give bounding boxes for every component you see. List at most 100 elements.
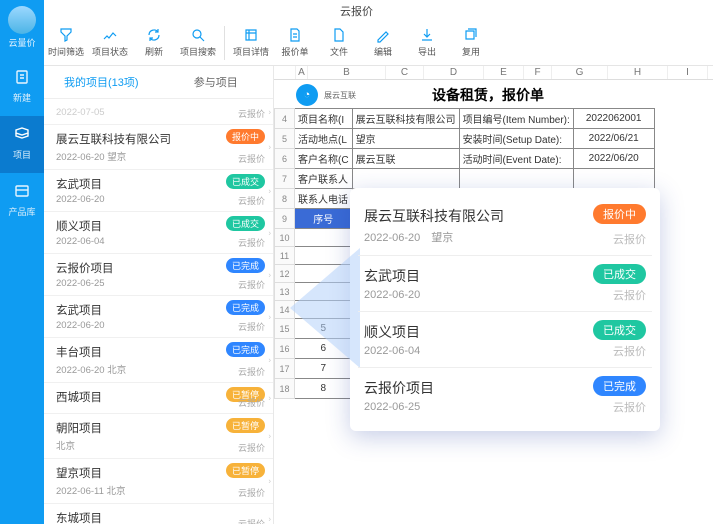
pop-badge: 报价中 — [593, 204, 646, 224]
status-badge: 已成交 — [226, 174, 265, 189]
col-head[interactable]: B — [308, 66, 386, 79]
project-app: 云报价 — [238, 320, 265, 333]
toolbar-文件[interactable]: 文件 — [317, 27, 361, 58]
col-head[interactable]: I — [668, 66, 708, 79]
sheet-title: 设备租赁，报价单 — [432, 85, 544, 105]
col-head[interactable]: C — [386, 66, 424, 79]
row-num[interactable]: 5 — [275, 129, 295, 149]
popover: 展云互联科技有限公司2022-06-20 望京报价中云报价玄武项目2022-06… — [350, 188, 660, 431]
chevron-right-icon: › — [268, 143, 271, 152]
col-head[interactable]: E — [484, 66, 524, 79]
chevron-right-icon: › — [268, 186, 271, 195]
pop-badge: 已成交 — [593, 320, 646, 340]
status-badge: 已完成 — [226, 258, 265, 273]
row-num[interactable]: 9 — [275, 209, 295, 229]
project-app: 云报价 — [238, 278, 265, 291]
row-num[interactable]: 7 — [275, 169, 295, 189]
window-title: 云报价 — [0, 3, 713, 19]
col-head[interactable]: A — [296, 66, 308, 79]
project-app: 云报价 — [238, 486, 265, 499]
toolbar-项目状态[interactable]: 项目状态 — [88, 27, 132, 58]
status-badge: 已完成 — [226, 342, 265, 357]
pop-badge: 已完成 — [593, 376, 646, 396]
col-head[interactable]: H — [608, 66, 668, 79]
project-item[interactable]: 西城项目已暂停云报价› — [44, 383, 273, 414]
toolbar-divider — [224, 26, 225, 60]
toolbar-编辑[interactable]: 编辑 — [361, 27, 405, 58]
project-app: 云报价 — [238, 152, 265, 165]
project-app: 云报价 — [238, 517, 265, 524]
popover-item[interactable]: 云报价项目2022-06-25已完成云报价 — [358, 368, 652, 423]
row-num[interactable]: 8 — [275, 189, 295, 209]
pop-app: 云报价 — [613, 399, 646, 415]
popover-item[interactable]: 顺义项目2022-06-04已成交云报价 — [358, 312, 652, 368]
nav-new[interactable]: 新建 — [0, 59, 44, 116]
project-panel: 我的项目(13项) 参与项目 2022-07-05云报价›展云互联科技有限公司2… — [44, 66, 274, 524]
toolbar-项目搜索[interactable]: 项目搜索 — [176, 27, 220, 58]
project-app: 云报价 — [238, 441, 265, 454]
toolbar-刷新[interactable]: 刷新 — [132, 27, 176, 58]
toolbar-时间筛选[interactable]: 时间筛选 — [44, 27, 88, 58]
project-item[interactable]: 丰台项目2022-06-20 北京已完成云报价› — [44, 338, 273, 383]
project-title: 东城项目 — [56, 510, 263, 524]
toolbar-导出[interactable]: 导出 — [405, 27, 449, 58]
status-badge: 已成交 — [226, 216, 265, 231]
toolbar-项目详情[interactable]: 项目详情 — [229, 27, 273, 58]
project-app: 云报价 — [238, 194, 265, 207]
pop-app: 云报价 — [613, 231, 646, 247]
project-item[interactable]: 朝阳项目 北京已暂停云报价› — [44, 414, 273, 459]
project-item[interactable]: 玄武项目2022-06-20已完成云报价› — [44, 296, 273, 338]
col-head[interactable]: D — [424, 66, 484, 79]
popover-arrow — [290, 248, 360, 368]
project-meta: 2022-06-20 北京 — [56, 362, 263, 376]
project-item[interactable]: 东城项目云报价› — [44, 504, 273, 524]
project-item[interactable]: 玄武项目2022-06-20已成交云报价› — [44, 170, 273, 212]
project-meta: 2022-06-20 — [56, 320, 263, 331]
nav-rail: 云量价 新建 项目 产品库 — [0, 0, 44, 524]
sheet-logo: ◔ — [296, 84, 318, 106]
project-app: 云报价 — [238, 107, 265, 120]
project-list: 2022-07-05云报价›展云互联科技有限公司2022-06-20 望京报价中… — [44, 99, 273, 524]
project-app: 云报价 — [238, 236, 265, 249]
chevron-right-icon: › — [268, 394, 271, 403]
col-head[interactable]: G — [552, 66, 608, 79]
project-item[interactable]: 2022-07-05云报价› — [44, 99, 273, 125]
tab-joined[interactable]: 参与项目 — [159, 66, 274, 98]
status-badge: 报价中 — [226, 129, 265, 144]
chevron-right-icon: › — [268, 270, 271, 279]
project-meta: 2022-06-04 — [56, 236, 263, 247]
pop-app: 云报价 — [613, 343, 646, 359]
project-meta: 2022-07-05 — [56, 107, 263, 118]
pop-meta: 2022-06-25 — [364, 401, 648, 413]
nav-project[interactable]: 项目 — [0, 116, 44, 173]
sheet-brand: 展云互联 — [324, 90, 356, 101]
chevron-right-icon: › — [268, 228, 271, 237]
status-badge: 已暂停 — [226, 463, 265, 478]
status-badge: 已暂停 — [226, 418, 265, 433]
popover-item[interactable]: 玄武项目2022-06-20已成交云报价 — [358, 256, 652, 312]
app-brand: 云量价 — [8, 36, 35, 49]
col-head[interactable]: F — [524, 66, 552, 79]
row-num[interactable]: 18 — [275, 379, 295, 399]
sheet-header: ◔ 展云互联 设备租赁，报价单 — [274, 80, 713, 108]
chevron-right-icon: › — [268, 477, 271, 486]
tab-mine[interactable]: 我的项目(13项) — [44, 66, 159, 98]
toolbar-报价单[interactable]: 报价单 — [273, 27, 317, 58]
row-num[interactable]: 10 — [275, 229, 295, 247]
chevron-right-icon: › — [268, 107, 271, 116]
row-num[interactable]: 4 — [275, 109, 295, 129]
project-item[interactable]: 顺义项目2022-06-04已成交云报价› — [44, 212, 273, 254]
project-tabs: 我的项目(13项) 参与项目 — [44, 66, 273, 99]
row-num[interactable]: 6 — [275, 149, 295, 169]
project-item[interactable]: 展云互联科技有限公司2022-06-20 望京报价中云报价› — [44, 125, 273, 170]
project-meta: 2022-06-11 北京 — [56, 483, 263, 497]
pop-meta: 2022-06-20 — [364, 289, 648, 301]
nav-product[interactable]: 产品库 — [0, 173, 44, 230]
project-app: 云报价 — [238, 396, 265, 409]
chevron-right-icon: › — [268, 356, 271, 365]
popover-item[interactable]: 展云互联科技有限公司2022-06-20 望京报价中云报价 — [358, 196, 652, 256]
project-item[interactable]: 云报价项目2022-06-25已完成云报价› — [44, 254, 273, 296]
project-item[interactable]: 望京项目2022-06-11 北京已暂停云报价› — [44, 459, 273, 504]
toolbar-复用[interactable]: 复用 — [449, 27, 493, 58]
project-meta: 2022-06-25 — [56, 278, 263, 289]
